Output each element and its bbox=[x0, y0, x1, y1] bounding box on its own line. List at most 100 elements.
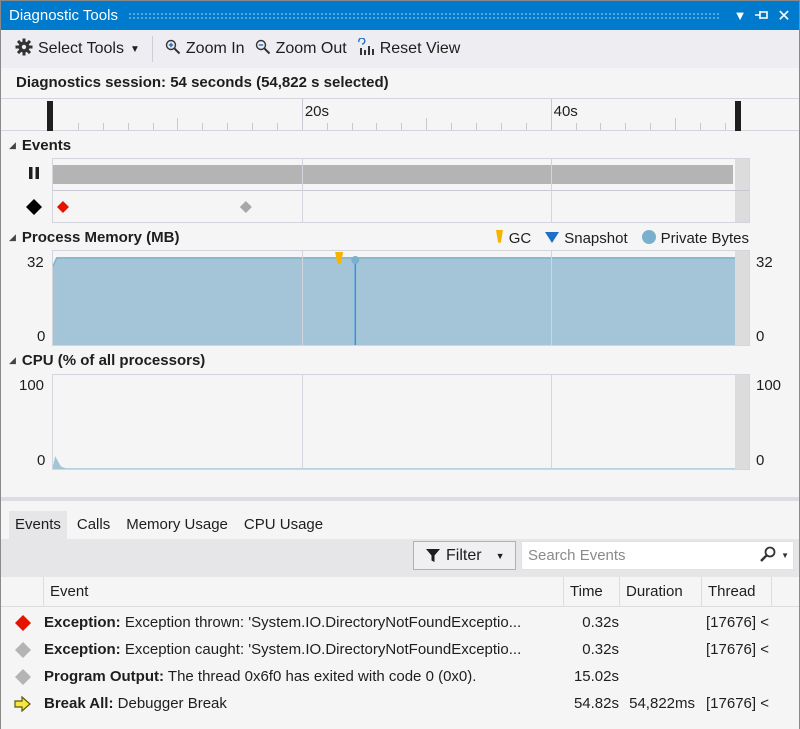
ruler-tick bbox=[252, 123, 254, 130]
column-header-time[interactable]: Time bbox=[563, 577, 619, 607]
table-row[interactable]: Exception: Exception caught: 'System.IO.… bbox=[1, 636, 799, 663]
break-mode-bar[interactable] bbox=[53, 165, 733, 184]
event-category: Exception: bbox=[44, 641, 121, 658]
grid-line bbox=[550, 159, 552, 222]
search-events-input[interactable] bbox=[528, 547, 760, 564]
ruler-tick bbox=[177, 118, 179, 130]
tab-cpu-usage[interactable]: CPU Usage bbox=[238, 511, 329, 539]
zoom-out-button[interactable]: Zoom Out bbox=[255, 39, 347, 60]
event-time: 54.82s bbox=[573, 695, 619, 712]
memory-scroll-gutter[interactable] bbox=[735, 251, 749, 345]
diagnostic-tools-window: Diagnostic Tools ▼ ✕ Select Tools ▼ Zoom… bbox=[0, 0, 800, 729]
grid-line bbox=[301, 159, 303, 222]
ruler-tick bbox=[575, 123, 577, 130]
zoom-in-button[interactable]: Zoom In bbox=[165, 39, 245, 60]
ruler-tick bbox=[550, 99, 552, 130]
select-tools-button[interactable]: Select Tools ▼ bbox=[15, 38, 140, 61]
grid-line bbox=[550, 375, 552, 469]
table-row[interactable]: Exception: Exception thrown: 'System.IO.… bbox=[1, 609, 799, 636]
table-header: Event Time Duration Thread bbox=[1, 577, 799, 607]
close-icon: ✕ bbox=[777, 7, 791, 25]
cpu-chart[interactable] bbox=[52, 374, 750, 470]
selection-start-handle[interactable] bbox=[47, 101, 53, 131]
ruler-tick bbox=[650, 123, 652, 130]
exception-thrown-marker[interactable] bbox=[56, 201, 69, 213]
chevron-down-icon: ▼ bbox=[733, 8, 747, 23]
event-description: Debugger Break bbox=[117, 695, 227, 712]
window-title: Diagnostic Tools bbox=[9, 7, 118, 24]
event-category: Program Output: bbox=[44, 668, 164, 685]
ruler-tick bbox=[351, 123, 353, 130]
ruler-tick bbox=[625, 123, 627, 130]
zoom-in-label: Zoom In bbox=[185, 40, 245, 57]
event-category: Break All: bbox=[44, 695, 114, 712]
column-header-event[interactable]: Event bbox=[43, 577, 563, 607]
gear-icon bbox=[15, 38, 33, 61]
event-markers bbox=[56, 201, 252, 213]
private-bytes-area bbox=[53, 257, 735, 345]
event-description: The thread 0x6f0 has exited with code 0 … bbox=[167, 668, 477, 685]
funnel-icon bbox=[426, 548, 440, 563]
ruler-tick bbox=[475, 123, 477, 130]
ruler-tick bbox=[376, 123, 378, 130]
events-section-header[interactable]: ◢ Events bbox=[9, 137, 71, 154]
select-tools-label: Select Tools bbox=[38, 40, 124, 57]
cpu-y-max-right: 100 bbox=[756, 377, 782, 394]
timeline-ruler[interactable]: 20s 40s bbox=[1, 98, 799, 131]
filter-button[interactable]: Filter ▼ bbox=[413, 541, 516, 570]
event-description: Exception thrown: 'System.IO.DirectoryNo… bbox=[124, 614, 522, 631]
memory-section-title: Process Memory (MB) bbox=[21, 229, 180, 246]
memory-y-min-right: 0 bbox=[756, 328, 765, 345]
event-description: Exception caught: 'System.IO.DirectoryNo… bbox=[124, 641, 522, 658]
program-output-marker[interactable] bbox=[239, 201, 252, 213]
cpu-scroll-gutter[interactable] bbox=[735, 375, 749, 469]
event-thread: [17676] < bbox=[706, 641, 769, 658]
close-button[interactable]: ✕ bbox=[773, 6, 795, 26]
grid-line bbox=[550, 251, 552, 345]
events-timeline[interactable] bbox=[52, 158, 750, 223]
ruler-tick bbox=[675, 118, 677, 130]
memory-chart[interactable] bbox=[52, 250, 750, 346]
private-bytes-dot-icon bbox=[641, 229, 656, 248]
drag-grip[interactable] bbox=[127, 11, 719, 20]
tab-memory-usage[interactable]: Memory Usage bbox=[120, 511, 234, 539]
event-time: 0.32s bbox=[582, 641, 619, 658]
column-header-thread[interactable]: Thread bbox=[701, 577, 771, 607]
cpu-y-max-left: 100 bbox=[19, 377, 45, 394]
cpu-y-min-left: 0 bbox=[37, 452, 46, 469]
event-category: Exception: bbox=[44, 614, 121, 631]
gray-diamond-icon bbox=[13, 663, 37, 690]
filter-bar: Filter ▼ ▼ bbox=[1, 539, 799, 577]
tab-events[interactable]: Events bbox=[9, 511, 67, 539]
ruler-tick bbox=[276, 123, 278, 130]
table-row[interactable]: Program Output: The thread 0x6f0 has exi… bbox=[1, 663, 799, 690]
legend-gc: GC bbox=[495, 229, 531, 248]
window-menu-button[interactable]: ▼ bbox=[729, 8, 751, 23]
ruler-tick bbox=[600, 123, 602, 130]
reset-view-button[interactable]: Reset View bbox=[357, 36, 460, 61]
memory-y-max-right: 32 bbox=[756, 254, 773, 271]
grid-line bbox=[301, 251, 303, 345]
gc-marker-icon bbox=[495, 229, 504, 248]
legend-snapshot: Snapshot bbox=[545, 230, 628, 247]
selection-end-handle[interactable] bbox=[735, 101, 741, 131]
cpu-section-header[interactable]: ◢ CPU (% of all processors) bbox=[9, 352, 205, 369]
ruler-tick bbox=[301, 99, 303, 130]
memory-section-header[interactable]: ◢ Process Memory (MB) bbox=[9, 229, 179, 246]
memory-y-min-left: 0 bbox=[37, 328, 46, 345]
ruler-tick bbox=[401, 123, 403, 130]
ruler-label-40s: 40s bbox=[553, 103, 578, 120]
ruler-tick bbox=[500, 123, 502, 130]
table-row[interactable]: Break All: Debugger Break 54.82s 54,822m… bbox=[1, 690, 799, 717]
search-icon[interactable] bbox=[759, 546, 777, 565]
filter-label: Filter bbox=[446, 546, 482, 564]
search-options-caret-icon[interactable]: ▼ bbox=[781, 551, 789, 560]
tab-calls[interactable]: Calls bbox=[71, 511, 116, 539]
search-box: ▼ bbox=[521, 541, 794, 570]
column-header-duration[interactable]: Duration bbox=[619, 577, 701, 607]
snapshot-marker[interactable] bbox=[351, 256, 360, 264]
zoom-in-icon bbox=[165, 39, 181, 60]
pin-button[interactable] bbox=[751, 8, 773, 23]
column-header-extra[interactable] bbox=[771, 577, 799, 607]
title-bar[interactable]: Diagnostic Tools ▼ ✕ bbox=[1, 1, 799, 30]
